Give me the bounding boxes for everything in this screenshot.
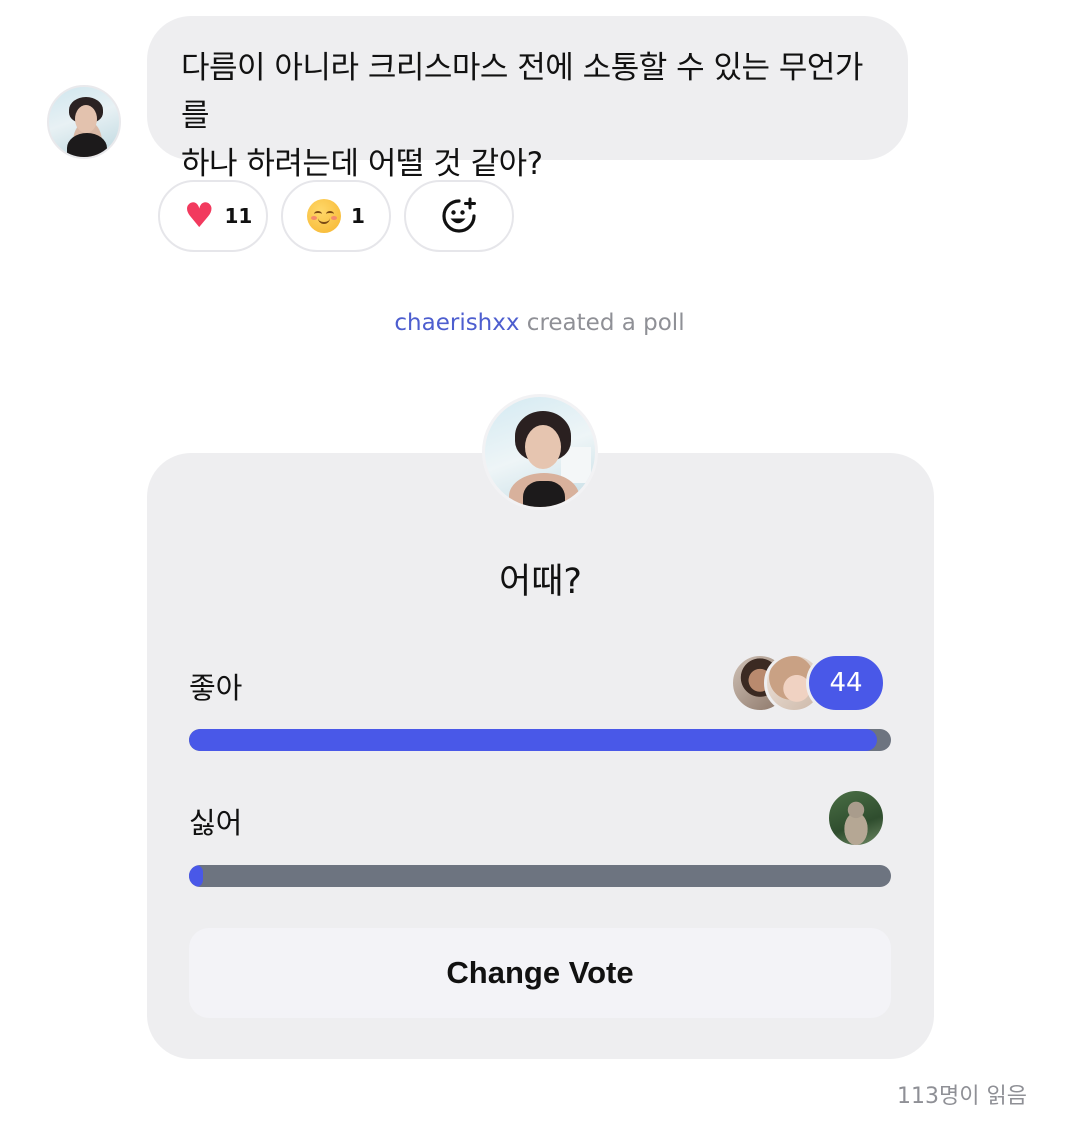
poll-option-2-label[interactable]: 싫어 [189, 800, 242, 842]
poll-created-text: created a poll [519, 310, 685, 336]
chat-screen: 다름이 아니라 크리스마스 전에 소통할 수 있는 무언가를 하나 하려는데 어… [0, 0, 1079, 1126]
avatar-face [75, 105, 97, 133]
change-vote-button[interactable]: Change Vote [189, 928, 891, 1018]
add-reaction-button[interactable] [404, 180, 514, 252]
poll-created-notice: chaerishxx created a poll [0, 310, 1079, 336]
reaction-heart-button[interactable]: ♥ 11 [158, 180, 268, 252]
add-reaction-icon [442, 197, 476, 233]
poll-option-2-bar[interactable] [189, 865, 891, 887]
reaction-bar: ♥ 11 1 [158, 180, 514, 252]
poll-question: 어때? [499, 562, 582, 602]
avatar-shoulder [67, 133, 107, 157]
read-receipt-count: 113명이 읽음 [897, 1084, 1027, 1109]
sender-avatar[interactable] [47, 85, 121, 159]
poll-option-1-label[interactable]: 좋아 [189, 665, 242, 707]
reaction-smile-count: 1 [351, 204, 365, 228]
reaction-heart-count: 11 [224, 204, 253, 228]
poll-option-1-vote-count: 44 [806, 653, 886, 713]
poll-creator-avatar[interactable] [482, 394, 598, 510]
reaction-smile-button[interactable]: 1 [281, 180, 391, 252]
poll-option-1-bar[interactable] [189, 729, 891, 751]
message-bubble[interactable]: 다름이 아니라 크리스마스 전에 소통할 수 있는 무언가를 하나 하려는데 어… [147, 16, 908, 182]
message-line-1: 다름이 아니라 크리스마스 전에 소통할 수 있는 무언가를 [181, 50, 863, 134]
heart-icon: ♥ [184, 196, 215, 236]
smiling-face-icon [307, 199, 341, 233]
avatar-face [525, 425, 561, 469]
poll-option-2-voter-avatar[interactable] [826, 788, 886, 848]
poll-creator-username[interactable]: chaerishxx [394, 310, 519, 336]
poll-option-1-fill [189, 729, 877, 751]
avatar-top [523, 481, 565, 507]
